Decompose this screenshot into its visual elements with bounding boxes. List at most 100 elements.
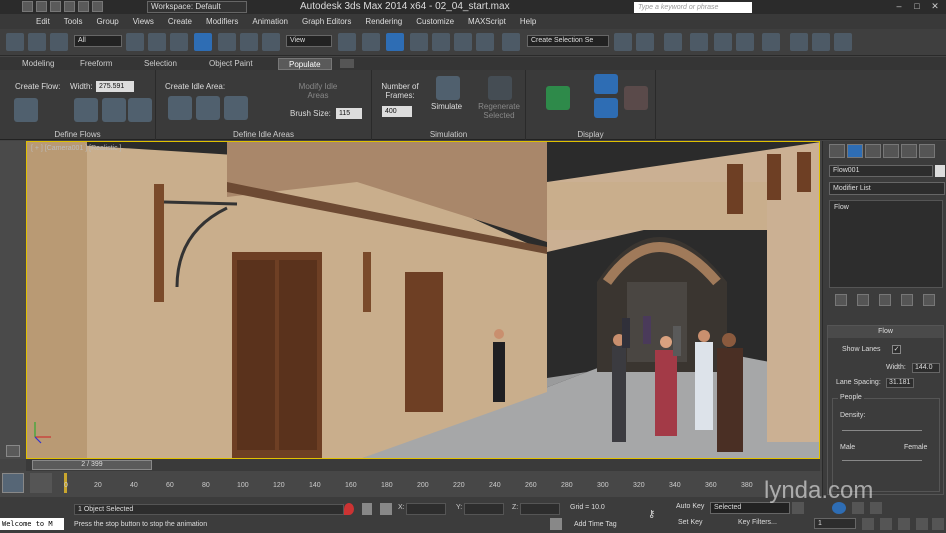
simulate-button[interactable]: Simulate (431, 102, 462, 111)
menu-customize[interactable]: Customize (416, 17, 454, 26)
minimize-icon[interactable]: – (892, 1, 906, 12)
edit-named-sel-icon[interactable] (502, 33, 520, 51)
simulate-icon[interactable] (436, 76, 460, 100)
menu-help[interactable]: Help (520, 17, 536, 26)
isolate-icon[interactable] (344, 503, 354, 515)
display-all-icon[interactable] (594, 98, 618, 118)
tab-modeling[interactable]: Modeling (22, 58, 54, 70)
menu-create[interactable]: Create (168, 17, 192, 26)
display-people-icon[interactable] (546, 86, 570, 110)
time-slider-handle[interactable]: 2 / 399 (32, 460, 152, 470)
menu-group[interactable]: Group (96, 17, 118, 26)
flow-width-field[interactable]: 275.591 (96, 81, 134, 92)
mirror-icon[interactable] (614, 33, 632, 51)
flow-add-icon[interactable] (102, 98, 126, 122)
auto-key-button[interactable]: Auto Key (676, 503, 704, 510)
key-filters-button[interactable]: Key Filters... (738, 519, 777, 526)
rect-selection-icon[interactable] (170, 33, 188, 51)
unlink-icon[interactable] (28, 33, 46, 51)
delete-people-icon[interactable] (624, 86, 648, 110)
window-crossing-icon[interactable] (194, 33, 212, 51)
snaps-toggle-icon[interactable] (410, 33, 428, 51)
menu-edit[interactable]: Edit (36, 17, 50, 26)
flow-rollout-title[interactable]: Flow (828, 326, 943, 338)
lock-selection-icon[interactable] (362, 503, 372, 515)
show-end-result-icon[interactable] (857, 294, 869, 306)
mini-curve-editor-icon[interactable] (2, 473, 24, 493)
selection-filter-dropdown[interactable]: All (74, 35, 122, 47)
idle-area-2-icon[interactable] (196, 96, 220, 120)
lane-width-field[interactable]: 144.0 (912, 363, 940, 373)
y-coordinate-field[interactable] (464, 503, 504, 515)
object-name-field[interactable]: Flow001 (829, 165, 933, 177)
regenerate-button[interactable]: Regenerate Selected (472, 102, 526, 120)
tab-object-paint[interactable]: Object Paint (209, 58, 253, 70)
frames-field[interactable]: 400 (382, 106, 412, 117)
camera-viewport[interactable]: [ + ] [Camera001 ] [Realistic ] (26, 141, 820, 459)
bind-space-warp-icon[interactable] (50, 33, 68, 51)
tab-selection[interactable]: Selection (144, 58, 177, 70)
modify-idle-areas-button[interactable]: Modify Idle Areas (288, 82, 348, 100)
gender-slider[interactable] (842, 460, 922, 461)
make-unique-icon[interactable] (879, 294, 891, 306)
expand-track-icon[interactable] (6, 445, 20, 457)
utilities-tab-icon[interactable] (919, 144, 935, 158)
maximize-viewport-icon[interactable] (932, 518, 944, 530)
tab-populate[interactable]: Populate (278, 58, 332, 70)
set-key-button[interactable]: Set Key (678, 519, 703, 526)
brush-size-field[interactable]: 115 (336, 108, 362, 119)
named-selection-dropdown[interactable]: Create Selection Se (527, 35, 609, 47)
pivot-center-icon[interactable] (338, 33, 356, 51)
reference-coord-dropdown[interactable]: View (286, 35, 332, 47)
regenerate-icon[interactable] (488, 76, 512, 100)
link-icon[interactable] (6, 33, 24, 51)
redo-icon[interactable] (78, 1, 89, 12)
lane-spacing-field[interactable]: 31.181 (886, 378, 914, 388)
menu-graph-editors[interactable]: Graph Editors (302, 17, 351, 26)
create-flow-2-icon[interactable] (74, 98, 98, 122)
scale-icon[interactable] (262, 33, 280, 51)
menu-views[interactable]: Views (133, 17, 154, 26)
menu-tools[interactable]: Tools (64, 17, 83, 26)
maximize-icon[interactable]: □ (910, 1, 924, 12)
current-frame-field[interactable]: 1 (814, 518, 856, 529)
save-icon[interactable] (50, 1, 61, 12)
create-flow-icon[interactable] (14, 98, 38, 122)
modify-tab-icon[interactable] (847, 144, 863, 158)
align-icon[interactable] (636, 33, 654, 51)
viewport-label[interactable]: [ + ] [Camera001 ] [Realistic ] (31, 145, 121, 152)
pin-stack-icon[interactable] (835, 294, 847, 306)
time-config-icon[interactable] (862, 518, 874, 530)
track-bar[interactable]: 0 20 40 60 80 100 120 140 160 180 200 22… (0, 471, 822, 497)
open-icon[interactable] (36, 1, 47, 12)
close-icon[interactable]: ✕ (928, 1, 942, 12)
density-slider[interactable] (842, 430, 922, 431)
object-color-swatch[interactable] (935, 165, 945, 177)
create-tab-icon[interactable] (829, 144, 845, 158)
time-tag-icon[interactable] (550, 518, 562, 530)
percent-snap-icon[interactable] (454, 33, 472, 51)
display-selected-icon[interactable] (594, 74, 618, 94)
zoom-icon[interactable] (880, 518, 892, 530)
motion-tab-icon[interactable] (883, 144, 899, 158)
menu-modifiers[interactable]: Modifiers (206, 17, 238, 26)
time-slider[interactable]: 2 / 399 (26, 459, 820, 471)
menu-maxscript[interactable]: MAXScript (468, 17, 506, 26)
toggle-ribbon-icon[interactable] (690, 33, 708, 51)
material-editor-icon[interactable] (762, 33, 780, 51)
spinner-snap-icon[interactable] (476, 33, 494, 51)
set-key-icon[interactable]: ⚷ (648, 509, 666, 520)
pan-view-icon[interactable] (898, 518, 910, 530)
select-object-icon[interactable] (126, 33, 144, 51)
angle-snap-icon[interactable] (432, 33, 450, 51)
add-time-tag-button[interactable]: Add Time Tag (574, 521, 617, 528)
ribbon-options-icon[interactable] (340, 59, 354, 68)
absolute-mode-icon[interactable] (380, 503, 392, 515)
render-production-icon[interactable] (834, 33, 852, 51)
idle-area-3-icon[interactable] (224, 96, 248, 120)
track-filter-icon[interactable] (30, 473, 52, 493)
maxscript-listener[interactable]: Welcome to M (0, 518, 64, 530)
show-lanes-checkbox[interactable]: ✓ (892, 345, 901, 354)
rendered-frame-icon[interactable] (812, 33, 830, 51)
tab-freeform[interactable]: Freeform (80, 58, 112, 70)
